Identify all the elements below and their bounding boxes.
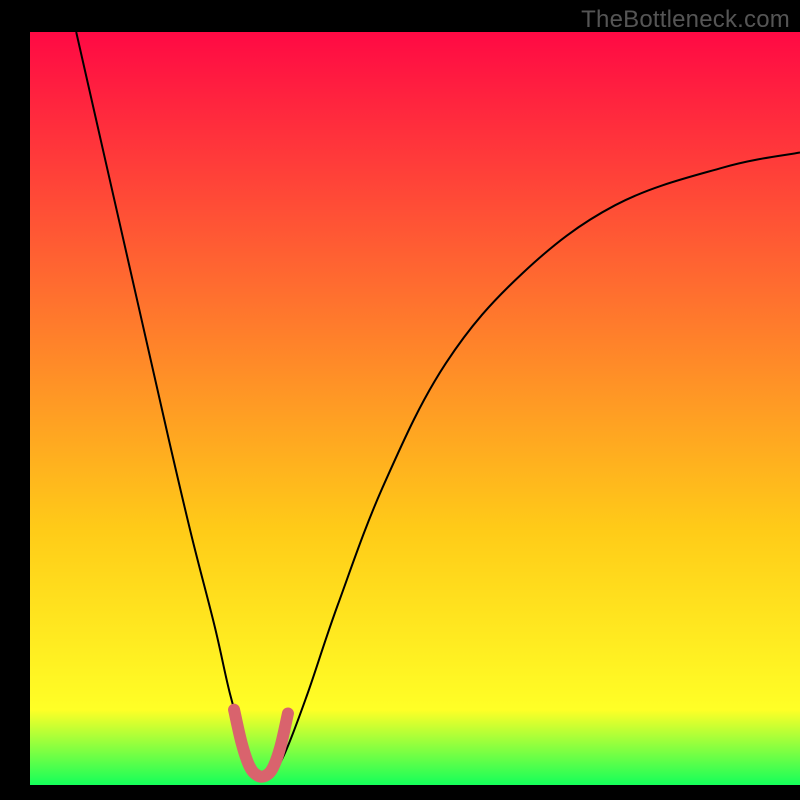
plot-background	[30, 32, 800, 785]
chart-frame: TheBottleneck.com	[0, 0, 800, 800]
chart-canvas	[0, 0, 800, 800]
watermark-text: TheBottleneck.com	[581, 6, 790, 34]
